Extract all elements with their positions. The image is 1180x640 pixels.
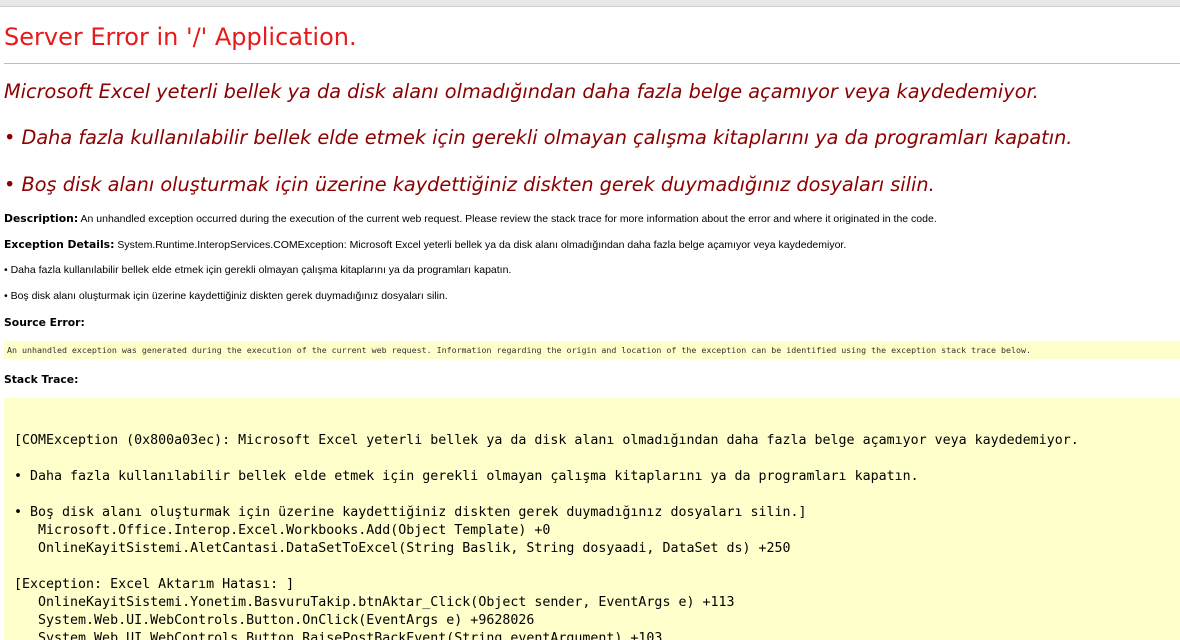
stack-line: System.Web.UI.WebControls.Button.OnClick… (14, 613, 535, 628)
stack-line: [COMException (0x800a03ec): Microsoft Ex… (14, 433, 1079, 448)
stack-line: • Daha fazla kullanılabilir bellek elde … (14, 469, 919, 484)
browser-top-edge (0, 0, 1180, 7)
exception-bullet-disk: • Boş disk alanı oluşturmak için üzerine… (4, 290, 448, 302)
stack-line: • Boş disk alanı oluşturmak için üzerine… (14, 505, 807, 520)
stack-trace-label: Stack Trace: (4, 373, 79, 386)
description-text: An unhandled exception occurred during t… (80, 213, 937, 225)
stack-line: System.Web.UI.WebControls.Button.RaisePo… (14, 631, 663, 640)
stack-line: Microsoft.Office.Interop.Excel.Workbooks… (14, 523, 551, 538)
exception-details-label: Exception Details: (4, 238, 115, 251)
source-error-text: An unhandled exception was generated dur… (7, 345, 1032, 355)
error-hint-memory: • Daha fazla kullanılabilir bellek elde … (4, 126, 1073, 149)
description-label: Description: (4, 212, 79, 225)
stack-line: [Exception: Excel Aktarım Hatası: ] (14, 577, 295, 592)
source-error-label: Source Error: (4, 316, 85, 329)
error-message: Microsoft Excel yeterli bellek ya da dis… (4, 80, 1039, 103)
page-title: Server Error in '/' Application. (4, 23, 357, 51)
exception-bullet-memory: • Daha fazla kullanılabilir bellek elde … (4, 264, 512, 276)
exception-details-text: System.Runtime.InteropServices.COMExcept… (117, 239, 847, 251)
error-hint-disk: • Boş disk alanı oluşturmak için üzerine… (4, 173, 935, 196)
description-row: Description: An unhandled exception occu… (4, 212, 937, 225)
stack-line: OnlineKayitSistemi.AletCantasi.DataSetTo… (14, 541, 791, 556)
stack-trace-box: [COMException (0x800a03ec): Microsoft Ex… (4, 398, 1180, 640)
source-error-box: An unhandled exception was generated dur… (4, 341, 1180, 359)
exception-details-row: Exception Details: System.Runtime.Intero… (4, 238, 846, 251)
stack-line: OnlineKayitSistemi.Yonetim.BasvuruTakip.… (14, 595, 735, 610)
title-divider (4, 63, 1180, 64)
